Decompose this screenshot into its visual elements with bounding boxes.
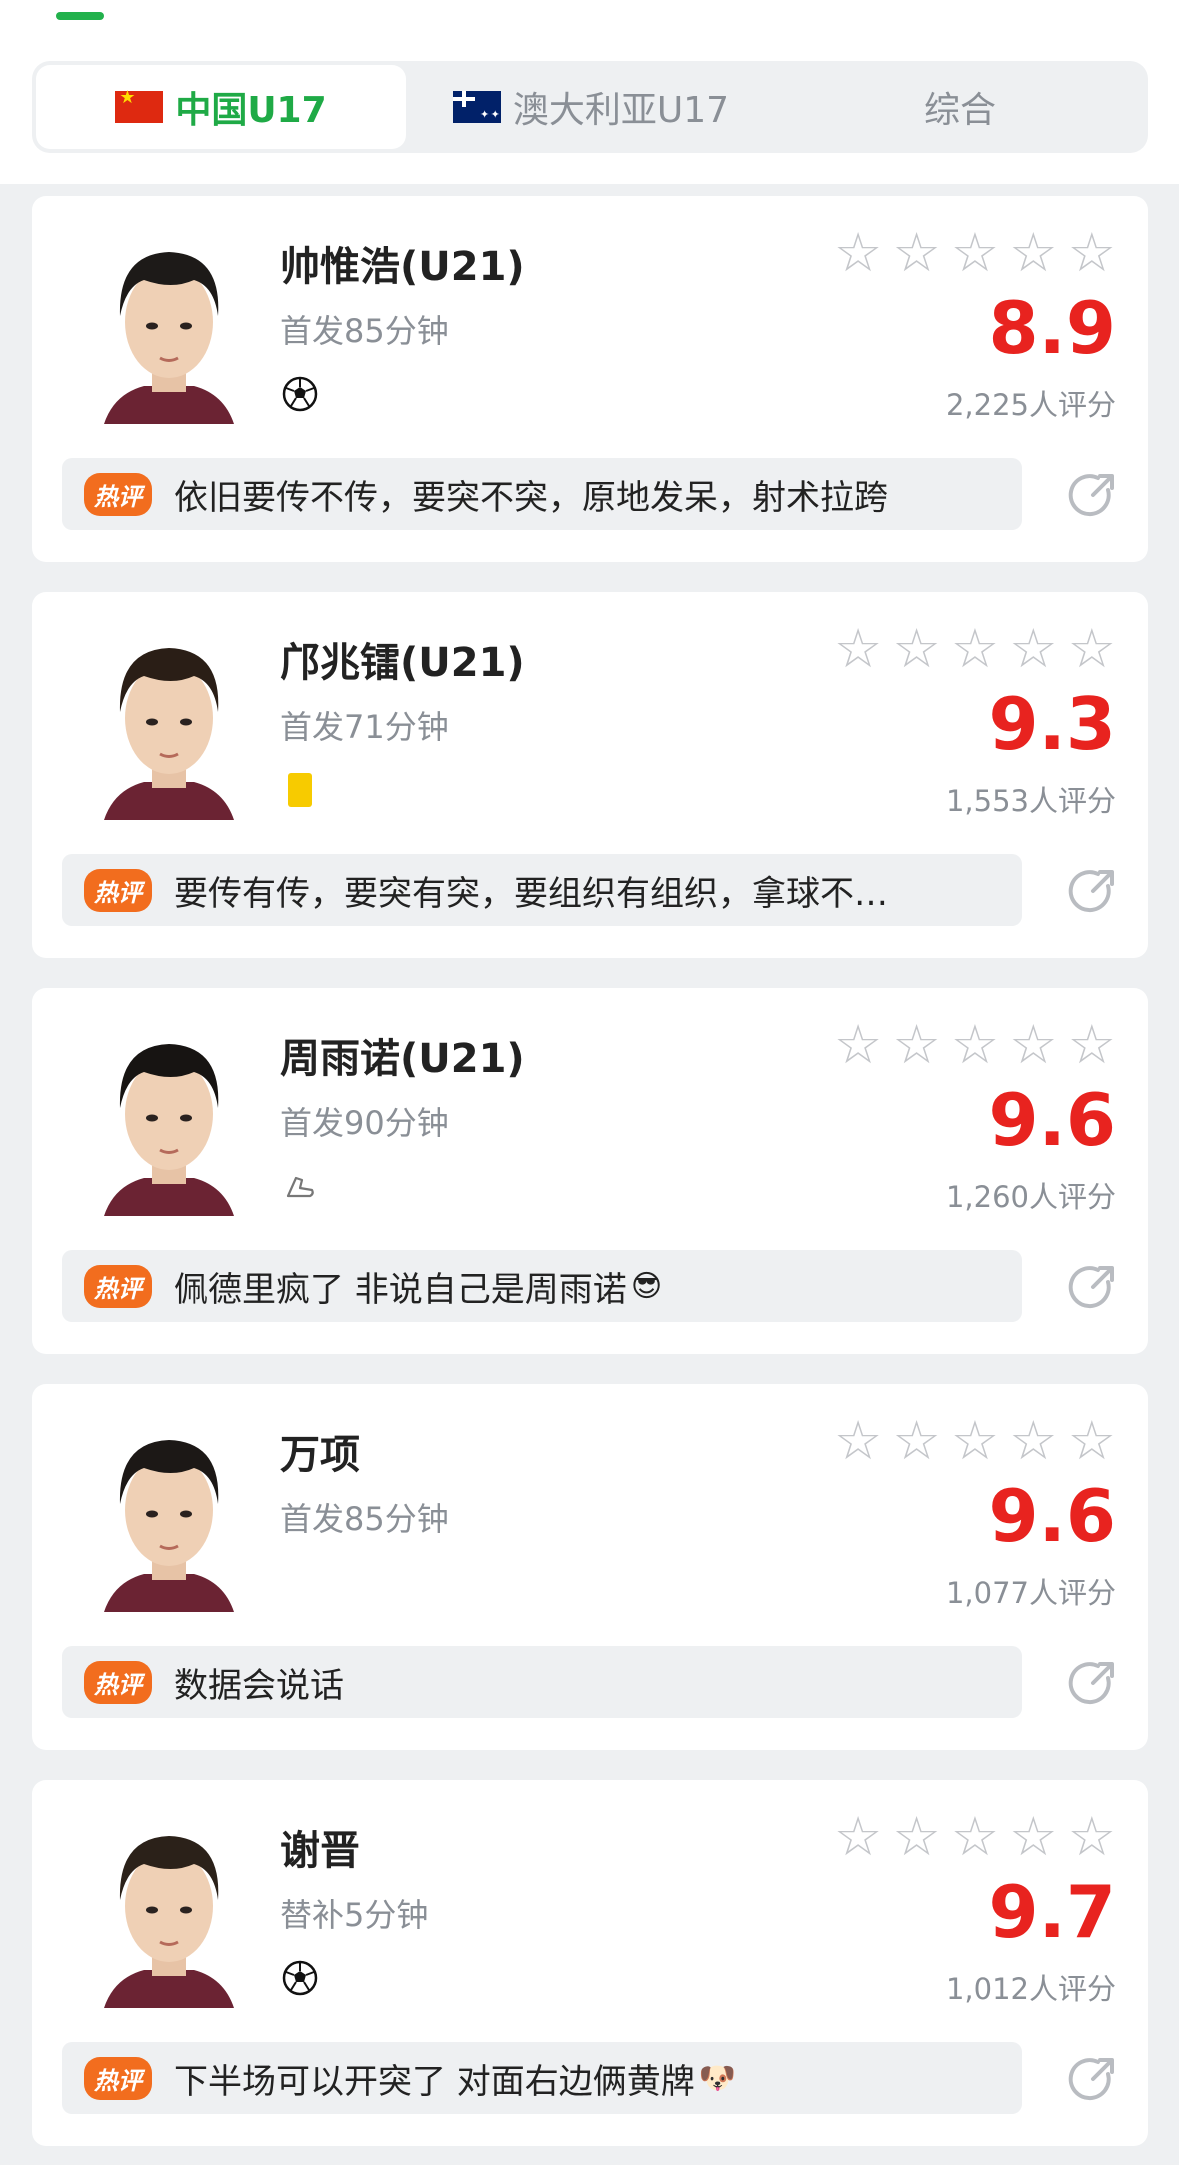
hot-comment-text: 数据会说话 xyxy=(174,1665,344,1706)
player-name[interactable]: 帅惟浩(U21) xyxy=(280,234,525,292)
star-icon[interactable]: ☆ xyxy=(892,622,940,676)
player-minutes: 首发85分钟 xyxy=(280,1500,449,1538)
star-icon[interactable]: ☆ xyxy=(951,1018,999,1072)
hot-comment[interactable]: 热评 下半场可以开突了 对面右边俩黄牌 🐶 xyxy=(62,2042,1022,2114)
soccer-ball-icon xyxy=(282,376,318,412)
hot-comment-text: 依旧要传不传，要突不突，原地发呆，射术拉跨 xyxy=(174,477,888,518)
star-icon[interactable]: ☆ xyxy=(1068,1018,1116,1072)
rating-stars[interactable]: ☆ ☆ ☆ ☆ ☆ xyxy=(834,226,1116,280)
hot-comment-tag: 热评 xyxy=(84,1660,152,1704)
player-minutes: 首发71分钟 xyxy=(280,708,449,746)
player-avatar[interactable] xyxy=(84,1412,254,1612)
comment-emoji: 🐶 xyxy=(698,2060,737,2096)
soccer-ball-icon xyxy=(282,1960,318,1996)
player-score: 9.7 xyxy=(988,1870,1116,1954)
team-tabs: 中国U17 澳大利亚U17 综合 xyxy=(32,61,1148,153)
player-score: 9.6 xyxy=(988,1474,1116,1558)
star-icon[interactable]: ☆ xyxy=(1068,622,1116,676)
star-icon[interactable]: ☆ xyxy=(892,1414,940,1468)
boot-icon xyxy=(282,1168,318,1204)
share-icon[interactable] xyxy=(1066,1656,1120,1710)
player-card[interactable]: 邝兆镭(U21) 首发71分钟 ☆ ☆ ☆ ☆ ☆ 9.3 1,553人评分 热评 要传… xyxy=(32,592,1148,958)
hot-comment-tag: 热评 xyxy=(84,472,152,516)
share-icon[interactable] xyxy=(1066,1260,1120,1314)
player-minutes: 首发90分钟 xyxy=(280,1104,449,1142)
tab-label: 澳大利亚U17 xyxy=(512,90,730,131)
share-icon[interactable] xyxy=(1066,468,1120,522)
player-card[interactable]: 帅惟浩(U21) 首发85分钟 ☆ ☆ ☆ ☆ ☆ 8.9 2,225人评分 热评 依旧… xyxy=(32,196,1148,562)
player-score: 8.9 xyxy=(988,286,1116,370)
player-score: 9.3 xyxy=(988,682,1116,766)
player-card[interactable]: 谢晋 替补5分钟 ☆ ☆ ☆ ☆ ☆ 9.7 1,012人评分 热评 下半场可以开突了 … xyxy=(32,1780,1148,2146)
china-flag-icon xyxy=(115,87,164,123)
player-card[interactable]: 周雨诺(U21) 首发90分钟 ☆ ☆ ☆ ☆ ☆ 9.6 1,260人评分 热评 佩德… xyxy=(32,988,1148,1354)
tab-overall[interactable]: 综合 xyxy=(776,65,1144,149)
tab-china-u17[interactable]: 中国U17 xyxy=(36,65,406,149)
tab-label: 综合 xyxy=(923,90,996,131)
australia-flag-icon xyxy=(452,91,501,123)
hot-comment-tag: 热评 xyxy=(84,1264,152,1308)
rating-stars[interactable]: ☆ ☆ ☆ ☆ ☆ xyxy=(834,622,1116,676)
hot-comment-text: 佩德里疯了 非说自己是周雨诺 xyxy=(174,1269,627,1310)
star-icon[interactable]: ☆ xyxy=(951,1414,999,1468)
star-icon[interactable]: ☆ xyxy=(951,622,999,676)
star-icon[interactable]: ☆ xyxy=(1009,1414,1057,1468)
star-icon[interactable]: ☆ xyxy=(892,1810,940,1864)
rating-stars[interactable]: ☆ ☆ ☆ ☆ ☆ xyxy=(834,1414,1116,1468)
star-icon[interactable]: ☆ xyxy=(1009,1018,1057,1072)
star-icon[interactable]: ☆ xyxy=(1009,1810,1057,1864)
active-indicator xyxy=(56,12,104,20)
comment-emoji: 😎 xyxy=(630,1268,663,1304)
rating-count: 1,553人评分 xyxy=(945,784,1116,818)
star-icon[interactable]: ☆ xyxy=(1009,622,1057,676)
star-icon[interactable]: ☆ xyxy=(1068,226,1116,280)
player-name[interactable]: 万项 xyxy=(280,1422,360,1480)
hot-comment[interactable]: 热评 依旧要传不传，要突不突，原地发呆，射术拉跨 xyxy=(62,458,1022,530)
share-icon[interactable] xyxy=(1066,864,1120,918)
star-icon[interactable]: ☆ xyxy=(951,226,999,280)
player-minutes: 首发85分钟 xyxy=(280,312,449,350)
player-avatar[interactable] xyxy=(84,1016,254,1216)
yellow-card-icon xyxy=(282,772,318,808)
rating-count: 1,012人评分 xyxy=(945,1972,1116,2006)
hot-comment-text: 下半场可以开突了 对面右边俩黄牌 xyxy=(174,2061,695,2102)
player-card[interactable]: 万项 首发85分钟 ☆ ☆ ☆ ☆ ☆ 9.6 1,077人评分 热评 数据会说话 xyxy=(32,1384,1148,1750)
rating-count: 1,077人评分 xyxy=(945,1576,1116,1610)
rating-count: 2,225人评分 xyxy=(945,388,1116,422)
rating-count: 1,260人评分 xyxy=(945,1180,1116,1214)
player-score: 9.6 xyxy=(988,1078,1116,1162)
star-icon[interactable]: ☆ xyxy=(1068,1414,1116,1468)
player-avatar[interactable] xyxy=(84,224,254,424)
player-minutes: 替补5分钟 xyxy=(280,1896,429,1934)
star-icon[interactable]: ☆ xyxy=(892,1018,940,1072)
star-icon[interactable]: ☆ xyxy=(834,622,882,676)
hot-comment[interactable]: 热评 佩德里疯了 非说自己是周雨诺 😎 xyxy=(62,1250,1022,1322)
rating-stars[interactable]: ☆ ☆ ☆ ☆ ☆ xyxy=(834,1018,1116,1072)
player-avatar[interactable] xyxy=(84,620,254,820)
hot-comment[interactable]: 热评 要传有传，要突有突，要组织有组织，拿球不… xyxy=(62,854,1022,926)
hot-comment-text: 要传有传，要突有突，要组织有组织，拿球不… xyxy=(174,873,888,914)
star-icon[interactable]: ☆ xyxy=(1009,226,1057,280)
player-name[interactable]: 邝兆镭(U21) xyxy=(280,630,525,688)
hot-comment[interactable]: 热评 数据会说话 xyxy=(62,1646,1022,1718)
hot-comment-tag: 热评 xyxy=(84,868,152,912)
star-icon[interactable]: ☆ xyxy=(834,1414,882,1468)
tab-label: 中国U17 xyxy=(175,90,327,131)
star-icon[interactable]: ☆ xyxy=(834,1810,882,1864)
star-icon[interactable]: ☆ xyxy=(1068,1810,1116,1864)
rating-stars[interactable]: ☆ ☆ ☆ ☆ ☆ xyxy=(834,1810,1116,1864)
player-name[interactable]: 谢晋 xyxy=(280,1818,360,1876)
player-name[interactable]: 周雨诺(U21) xyxy=(280,1026,525,1084)
top-bar: 中国U17 澳大利亚U17 综合 xyxy=(0,0,1179,184)
star-icon[interactable]: ☆ xyxy=(834,226,882,280)
star-icon[interactable]: ☆ xyxy=(892,226,940,280)
star-icon[interactable]: ☆ xyxy=(834,1018,882,1072)
hot-comment-tag: 热评 xyxy=(84,2056,152,2100)
tab-australia-u17[interactable]: 澳大利亚U17 xyxy=(406,65,776,149)
player-avatar[interactable] xyxy=(84,1808,254,2008)
star-icon[interactable]: ☆ xyxy=(951,1810,999,1864)
share-icon[interactable] xyxy=(1066,2052,1120,2106)
